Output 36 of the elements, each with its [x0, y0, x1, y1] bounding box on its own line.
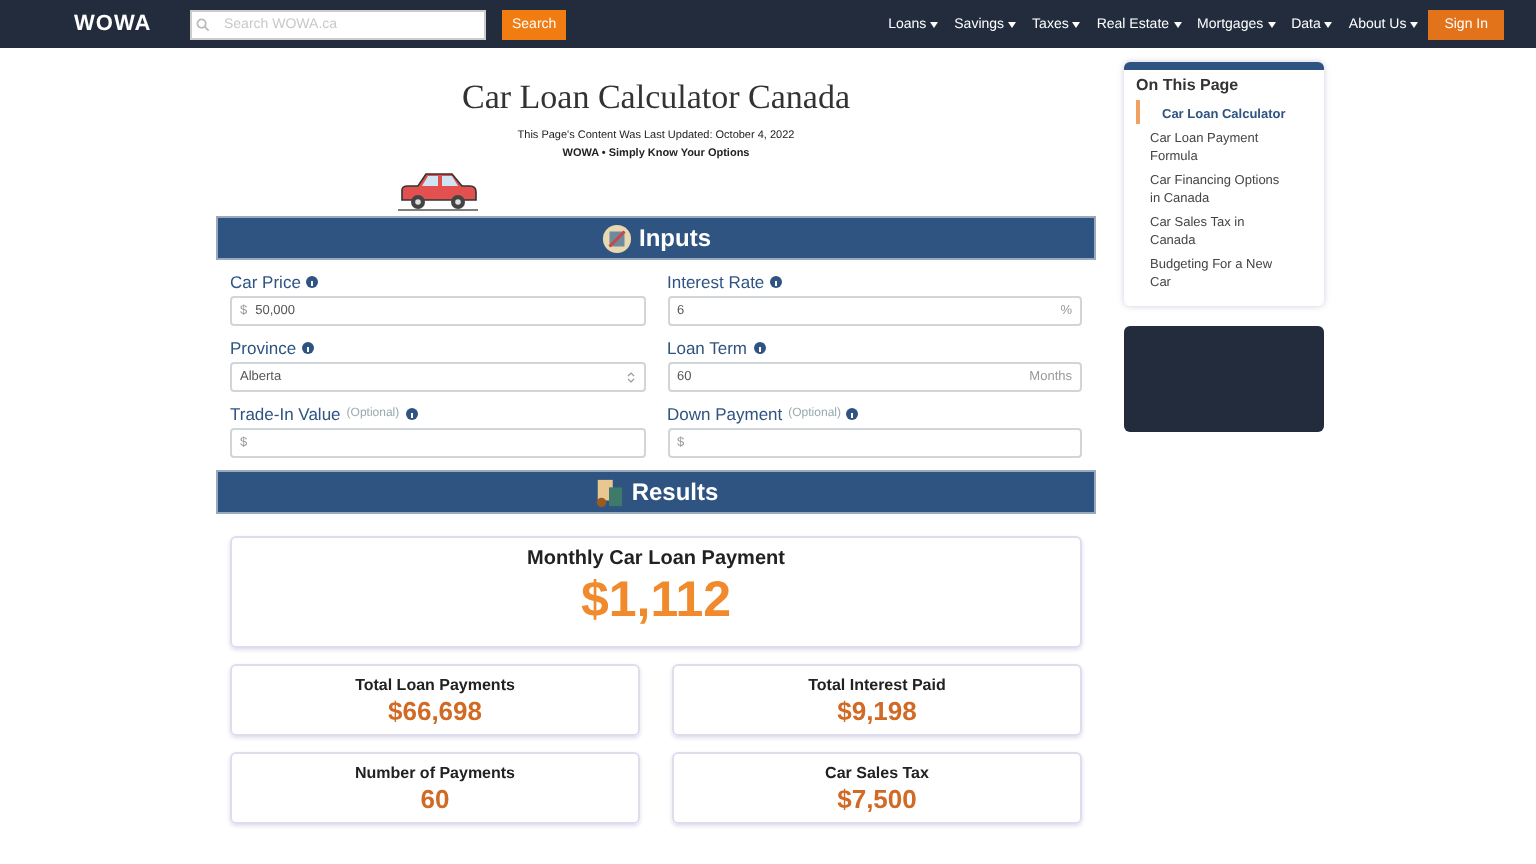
result-value: $9,198 — [835, 696, 919, 726]
info-icon — [770, 276, 783, 288]
field-label: Interest Rate — [667, 272, 765, 292]
caret-icon — [930, 21, 939, 27]
field-label: Trade-In Value — [230, 404, 341, 424]
section-title: Inputs — [639, 224, 711, 252]
caret-icon — [1173, 21, 1182, 27]
field-label: Down Payment — [667, 404, 783, 424]
field-label: Province — [230, 338, 297, 358]
result-value: $66,698 — [386, 696, 484, 726]
field-label: Loan Term — [667, 338, 748, 358]
caret-icon — [1267, 21, 1276, 27]
info-icon — [753, 342, 766, 354]
result-value: $7,500 — [835, 784, 919, 814]
result-label: Number of Payments — [352, 764, 518, 782]
caret-icon — [1324, 21, 1333, 27]
updown-icon — [625, 370, 635, 384]
result-label: Total Loan Payments — [353, 676, 517, 694]
caret-icon — [1410, 21, 1419, 27]
info-icon — [302, 342, 315, 354]
caret-icon — [1008, 21, 1017, 27]
info-icon — [405, 408, 418, 420]
result-value: 60 — [418, 784, 452, 814]
result-label: Total Interest Paid — [806, 676, 948, 694]
result-label: Car Sales Tax — [823, 764, 931, 782]
info-icon — [306, 276, 319, 288]
caret-icon — [1072, 21, 1081, 27]
result-label: Monthly Car Loan Payment — [525, 548, 787, 570]
field-label: Car Price — [230, 272, 301, 292]
info-icon — [846, 408, 859, 420]
logo[interactable]: WOWA — [74, 12, 190, 36]
result-value: $1,112 — [578, 572, 734, 630]
page-title: Car Loan Calculator Canada — [459, 78, 852, 118]
car-icon — [396, 168, 480, 212]
toc-title: On This Page — [1136, 76, 1241, 94]
section-title: Results — [631, 478, 719, 506]
